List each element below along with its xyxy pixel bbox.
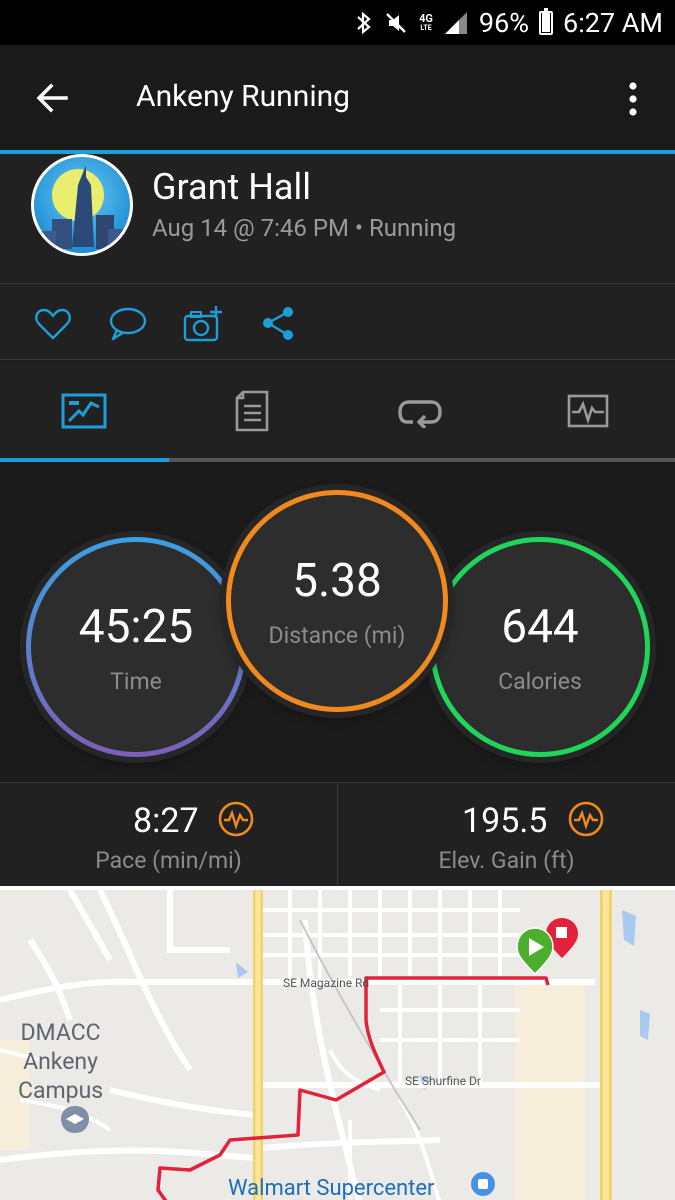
calories-label: Calories — [498, 667, 582, 695]
metrics-divider — [337, 784, 338, 886]
distance-value: 5.38 — [292, 553, 382, 608]
map-street-label: SE Magazine Rd — [283, 976, 370, 990]
shopping-pin-icon — [471, 1172, 495, 1196]
status-bar: 4G LTE 96% 6:27 AM — [0, 0, 675, 45]
charts-icon — [567, 394, 609, 428]
avatar[interactable] — [31, 154, 133, 256]
laps-icon — [398, 400, 442, 428]
network-subtype: LTE — [420, 24, 432, 32]
time-value: 45:25 — [78, 599, 194, 654]
comment-icon[interactable] — [107, 304, 147, 344]
distance-label: Distance (mi) — [268, 621, 406, 649]
page-title: Ankeny Running — [136, 79, 351, 114]
time-stat: 45:25 Time — [26, 537, 246, 757]
activity-tabs — [0, 361, 675, 461]
elevation-label: Elev. Gain (ft) — [438, 847, 575, 874]
map-walmart-label: Walmart Supercenter — [228, 1176, 435, 1200]
tab-laps[interactable] — [336, 361, 504, 461]
activity-header: Grant Hall Aug 14 @ 7:46 PM • Running — [0, 154, 675, 284]
network-icon: 4G LTE — [419, 13, 433, 32]
calories-stat: 644 Calories — [430, 537, 650, 757]
signal-icon — [443, 10, 469, 36]
map-campus-label-line: Ankeny — [23, 1048, 99, 1075]
tab-charts[interactable] — [504, 361, 672, 461]
back-arrow-icon[interactable] — [32, 77, 74, 119]
user-name[interactable]: Grant Hall — [152, 166, 311, 208]
activity-meta: Aug 14 @ 7:46 PM • Running — [152, 214, 457, 242]
action-row — [0, 284, 675, 360]
network-type: 4G — [419, 12, 433, 25]
battery-percent: 96% — [478, 6, 530, 39]
more-options-icon[interactable] — [620, 79, 646, 119]
map-campus-label: DMACC Ankeny Campus — [18, 1018, 103, 1105]
clock: 6:27 AM — [563, 6, 663, 39]
app-bar: Ankeny Running — [0, 45, 675, 151]
heart-icon[interactable] — [33, 304, 73, 344]
elevation-value: 195.5 — [462, 801, 548, 841]
battery-icon — [539, 7, 554, 35]
route-map[interactable]: SE Magazine Rd SE Shurfine Dr DMACC Anken… — [0, 886, 675, 1200]
map-campus-label-line: DMACC — [20, 1019, 101, 1046]
tab-overview[interactable] — [0, 361, 168, 461]
start-marker-icon — [516, 927, 554, 976]
map-street-label: SE Shurfine Dr — [405, 1074, 481, 1088]
distance-stat: 5.38 Distance (mi) — [226, 490, 448, 712]
map-campus-label-line: Campus — [18, 1077, 104, 1104]
elevation-chart-icon[interactable] — [568, 801, 604, 837]
calories-value: 644 — [501, 599, 579, 654]
elevation-metric[interactable]: 195.5 Elev. Gain (ft) — [338, 783, 675, 887]
tab-details[interactable] — [168, 361, 336, 461]
school-pin-icon — [61, 1106, 89, 1133]
pace-label: Pace (min/mi) — [95, 847, 242, 874]
map-stats-icon — [61, 393, 107, 429]
pace-metric[interactable]: 8:27 Pace (min/mi) — [0, 783, 337, 887]
camera-add-icon[interactable] — [182, 304, 222, 344]
time-label: Time — [110, 667, 162, 695]
stats-summary: 45:25 Time 644 Calories 5.38 Distance (m… — [0, 462, 675, 782]
share-icon[interactable] — [258, 304, 298, 344]
pace-value: 8:27 — [133, 801, 199, 841]
details-list-icon — [235, 390, 269, 432]
mute-icon — [383, 10, 409, 36]
pace-chart-icon[interactable] — [218, 801, 254, 837]
bluetooth-icon — [355, 10, 373, 36]
